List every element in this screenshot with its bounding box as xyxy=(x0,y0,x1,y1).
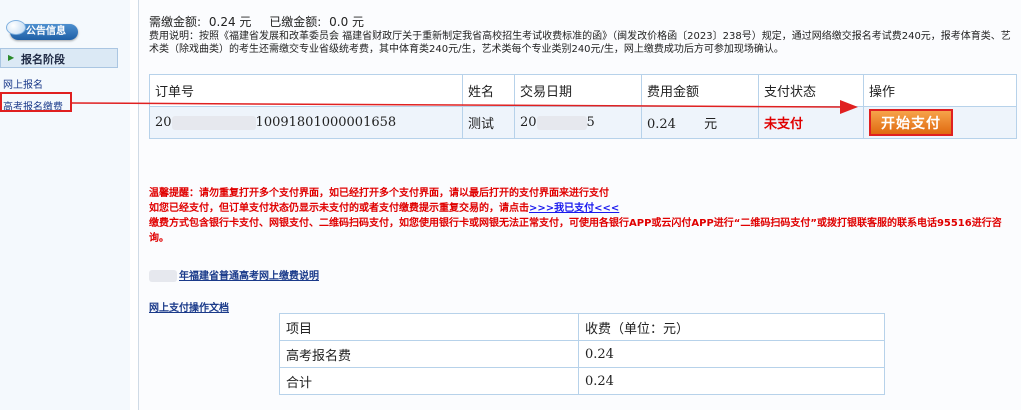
due-label: 需缴金额: xyxy=(149,15,202,29)
warm-tips: 温馨提醒：请勿重复打开多个支付界面，如已经打开多个支付界面，请以最后打开的支付界… xyxy=(149,186,1017,246)
order-number-suffix: 10091801000001658 xyxy=(255,115,397,130)
sidebar-item-online-registration[interactable]: 网上报名 xyxy=(3,76,43,91)
col-order-number: 订单号 xyxy=(149,74,463,107)
fee-item-name: 高考报名费 xyxy=(279,340,579,368)
table-row: 高考报名费 0.24 xyxy=(279,340,885,368)
order-number-prefix: 20 xyxy=(155,115,172,130)
exam-payment-description-link[interactable]: 年福建省普通高考网上缴费说明 xyxy=(149,267,319,282)
col-date: 交易日期 xyxy=(514,74,642,107)
table-row: 20 10091801000001658 测试 20 5 0.24 元 未支付 开始… xyxy=(149,106,1017,139)
due-value: 0.24 元 xyxy=(208,15,252,29)
order-table: 订单号 姓名 交易日期 费用金额 支付状态 操作 20 1009180100000… xyxy=(149,74,1017,139)
fee-item-value: 0.24 xyxy=(578,340,885,368)
paid-label: 已缴金额: xyxy=(269,15,322,29)
already-paid-link[interactable]: >>>我已支付<<< xyxy=(529,203,619,214)
fee-total-value: 0.24 xyxy=(578,367,885,395)
main-content: 需缴金额: 0.24 元 已缴金额: 0.0 元 费用说明：按照《福建省发展和改… xyxy=(138,0,1021,410)
col-amount: 费用金额 xyxy=(641,74,759,107)
fee-table: 项目 收费（单位：元） 高考报名费 0.24 合计 0.24 xyxy=(279,313,885,395)
exam-payment-description-text: 年福建省普通高考网上缴费说明 xyxy=(179,271,319,282)
redacted-block xyxy=(536,115,587,130)
fee-total-label: 合计 xyxy=(279,367,579,395)
order-table-header: 订单号 姓名 交易日期 费用金额 支付状态 操作 xyxy=(149,74,1017,107)
stage-label: 报名阶段 xyxy=(21,53,65,66)
announcement-label[interactable]: 公告信息 xyxy=(14,25,78,39)
fee-header-item: 项目 xyxy=(279,313,579,341)
table-row: 合计 0.24 xyxy=(279,367,885,395)
payment-doc-link[interactable]: 网上支付操作文档 xyxy=(149,299,229,314)
triangle-right-icon: ▶ xyxy=(8,53,15,62)
tip-line-2-text: 如您已经支付，但订单支付状态仍显示未支付的或者支付缴费提示重复交易的，请点击 xyxy=(149,203,529,214)
order-number-cell: 20 10091801000001658 xyxy=(149,106,463,139)
table-row: 项目 收费（单位：元） xyxy=(279,313,885,341)
annotation-highlight-box xyxy=(0,92,72,112)
col-status: 支付状态 xyxy=(758,74,864,107)
redacted-block xyxy=(149,270,177,282)
start-payment-button[interactable]: 开始支付 xyxy=(869,109,953,136)
tip-line-3: 缴费方式包含银行卡支付、网银支付、二维码扫码支付，如您使用银行卡或网银无法正常支… xyxy=(149,218,1002,244)
fee-summary: 需缴金额: 0.24 元 已缴金额: 0.0 元 xyxy=(149,13,368,30)
tip-line-2: 如您已经支付，但订单支付状态仍显示未支付的或者支付缴费提示重复交易的，请点击>>… xyxy=(149,201,1017,216)
tip-line-1: 温馨提醒：请勿重复打开多个支付界面，如已经打开多个支付界面，请以最后打开的支付界… xyxy=(149,188,609,199)
date-cell: 20 5 xyxy=(514,106,642,139)
stage-header[interactable]: ▶ 报名阶段 xyxy=(0,48,118,68)
redacted-block xyxy=(171,115,256,130)
payment-status: 未支付 xyxy=(758,106,864,139)
date-prefix: 20 xyxy=(520,115,537,130)
action-cell: 开始支付 xyxy=(863,106,1017,139)
sidebar: 公告信息 ▶ 报名阶段 网上报名 高考报名缴费 xyxy=(0,0,130,410)
col-action: 操作 xyxy=(863,74,1017,107)
amount-value: 0.24 xyxy=(647,117,676,132)
paid-value: 0.0 元 xyxy=(329,15,365,29)
amount-currency: 元 xyxy=(704,117,718,132)
fee-header-charge: 收费（单位：元） xyxy=(578,313,885,341)
fee-note: 费用说明：按照《福建省发展和改革委员会 福建省财政厅关于重新制定我省高校招生考试… xyxy=(149,31,1011,55)
date-suffix: 5 xyxy=(586,115,595,130)
amount-cell: 0.24 元 xyxy=(641,106,759,139)
col-name: 姓名 xyxy=(462,74,515,107)
name-cell: 测试 xyxy=(462,106,515,139)
